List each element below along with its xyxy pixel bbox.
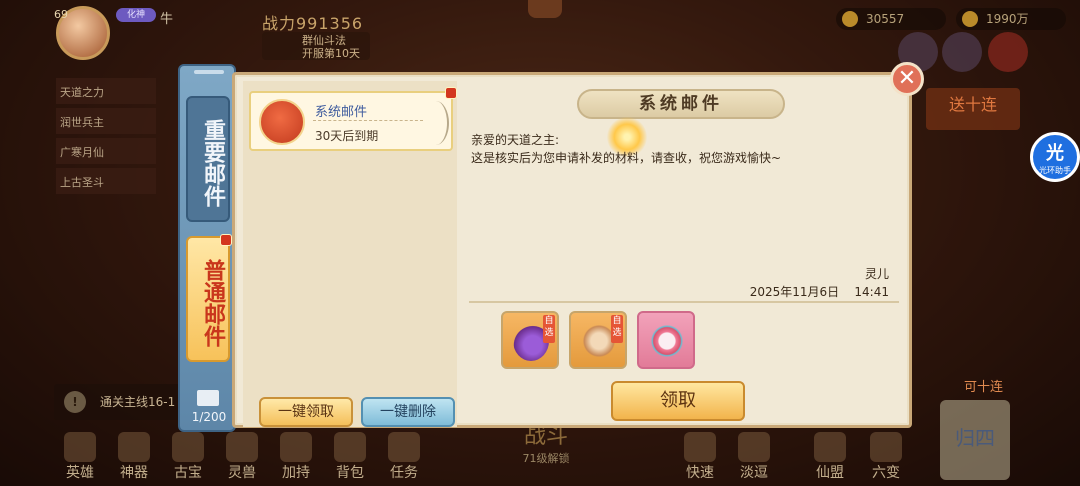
reward-item[interactable]: 自选	[569, 311, 627, 369]
ten-pull-banner[interactable]: 送十连	[926, 88, 1020, 130]
optional-tag: 自选	[611, 315, 623, 343]
left-activity-strip: 天道之力 润世兵主 广寒月仙 上古圣斗	[56, 78, 156, 238]
activity-item[interactable]: 天道之力	[56, 78, 156, 104]
event-subtitle: 开服第10天	[302, 47, 360, 60]
nav-boost[interactable]: 加持	[270, 428, 322, 484]
optional-tag: 自选	[543, 315, 555, 343]
delete-all-button[interactable]: 一键删除	[361, 397, 455, 427]
tab-normal-label: 普通邮件	[200, 259, 226, 347]
coin-value: 30557	[866, 12, 905, 26]
ring-pendant-icon	[649, 321, 685, 361]
nav-guild[interactable]: 仙盟	[804, 428, 856, 484]
nav-artifacts[interactable]: 神器	[108, 428, 160, 484]
gift-icon[interactable]	[988, 32, 1028, 72]
tab-important-mail[interactable]: 重要邮件	[186, 96, 230, 222]
nav-bag[interactable]: 背包	[324, 428, 376, 484]
event-button[interactable]: 群仙斗法 开服第10天	[262, 32, 370, 60]
mail-detail-title: 系统邮件	[577, 89, 785, 119]
mail-sender: 灵儿	[864, 267, 889, 281]
assistant-icon: 光	[1046, 143, 1064, 164]
activity-item[interactable]: 润世兵主	[56, 108, 156, 134]
character-icon[interactable]	[942, 32, 982, 72]
envelope-icon	[197, 390, 219, 406]
reward-item[interactable]	[637, 311, 695, 369]
nav-tasks[interactable]: 任务	[378, 428, 430, 484]
ingot-icon	[962, 11, 978, 27]
mail-list: 系统邮件 30天后到期 一键领取 一键删除	[243, 81, 457, 427]
mail-tabs-panel: 重要邮件 普通邮件 1/200	[178, 64, 236, 432]
alert-icon: !	[64, 391, 86, 413]
panel-rail	[194, 70, 224, 74]
nav-transform[interactable]: 六变	[860, 428, 912, 484]
combat-power: 战力991356	[262, 14, 364, 33]
nav-beasts[interactable]: 灵兽	[216, 428, 268, 484]
claim-all-button[interactable]: 一键领取	[259, 397, 353, 427]
claim-button[interactable]: 领取	[611, 381, 745, 421]
pouch-icon	[259, 99, 305, 145]
nav-explore[interactable]: 淡逗	[728, 428, 780, 484]
mail-detail: 系统邮件 亲爱的天道之主: 这是核实后为您申请补发的材料，请查收，祝您游戏愉快~…	[461, 81, 907, 427]
nav-quick[interactable]: 快速	[674, 428, 726, 484]
mail-greeting: 亲爱的天道之主:	[471, 133, 560, 147]
activity-item[interactable]: 广寒月仙	[56, 138, 156, 164]
quest-text: 通关主线16-1	[100, 395, 176, 409]
tab-normal-mail[interactable]: 普通邮件	[186, 234, 232, 362]
return-scroll-button[interactable]: 归四	[940, 400, 1010, 480]
reward-item[interactable]: 自选	[501, 311, 559, 369]
assistant-label: 光环助手	[1039, 166, 1071, 175]
can-pull-label: 可十连	[964, 380, 1004, 395]
mail-date: 2025年11月6日	[749, 285, 840, 299]
mail-item-title: 系统邮件	[315, 105, 368, 120]
unread-badge	[220, 234, 232, 246]
event-title: 群仙斗法	[302, 34, 346, 47]
mail-body: 这是核实后为您申请补发的材料，请查收，祝您游戏愉快~	[471, 151, 782, 165]
coin-icon	[842, 11, 858, 27]
player-name: 牛	[160, 12, 174, 27]
mail-list-item[interactable]: 系统邮件 30天后到期	[249, 87, 457, 151]
ingot-value: 1990万	[986, 12, 1029, 26]
bow-decoration-icon	[423, 101, 449, 145]
nav-heroes[interactable]: 英雄	[54, 428, 106, 484]
dialog-body: 系统邮件 30天后到期 一键领取 一键删除 系统邮件 亲爱的天道之主: 这是核实…	[237, 77, 907, 427]
ingot-counter[interactable]: 1990万	[956, 8, 1066, 30]
realm-badge: 化神	[116, 8, 156, 22]
mail-count: 1/200	[191, 410, 227, 424]
top-chip-icon[interactable]	[528, 0, 562, 18]
divider	[313, 120, 423, 121]
player-level: 69	[54, 8, 68, 21]
activity-item[interactable]: 上古圣斗	[56, 168, 156, 194]
mail-item-expiry: 30天后到期	[315, 129, 379, 143]
nav-treasures[interactable]: 古宝	[162, 428, 214, 484]
quest-tracker[interactable]: ! 通关主线16-1	[54, 384, 184, 420]
mail-sent-datetime: 2025年11月6日 14:41	[750, 283, 889, 300]
battle-unlock: 71级解锁	[522, 452, 570, 465]
assistant-float-button[interactable]: 光 光环助手	[1030, 132, 1080, 182]
coin-counter[interactable]: 30557	[836, 8, 946, 30]
unread-badge	[445, 87, 457, 99]
mail-dialog: 系统邮件 30天后到期 一键领取 一键删除 系统邮件 亲爱的天道之主: 这是核实…	[232, 72, 912, 428]
close-icon[interactable]: ✕	[890, 62, 924, 96]
divider	[469, 301, 899, 303]
mail-time: 14:41	[854, 285, 889, 299]
